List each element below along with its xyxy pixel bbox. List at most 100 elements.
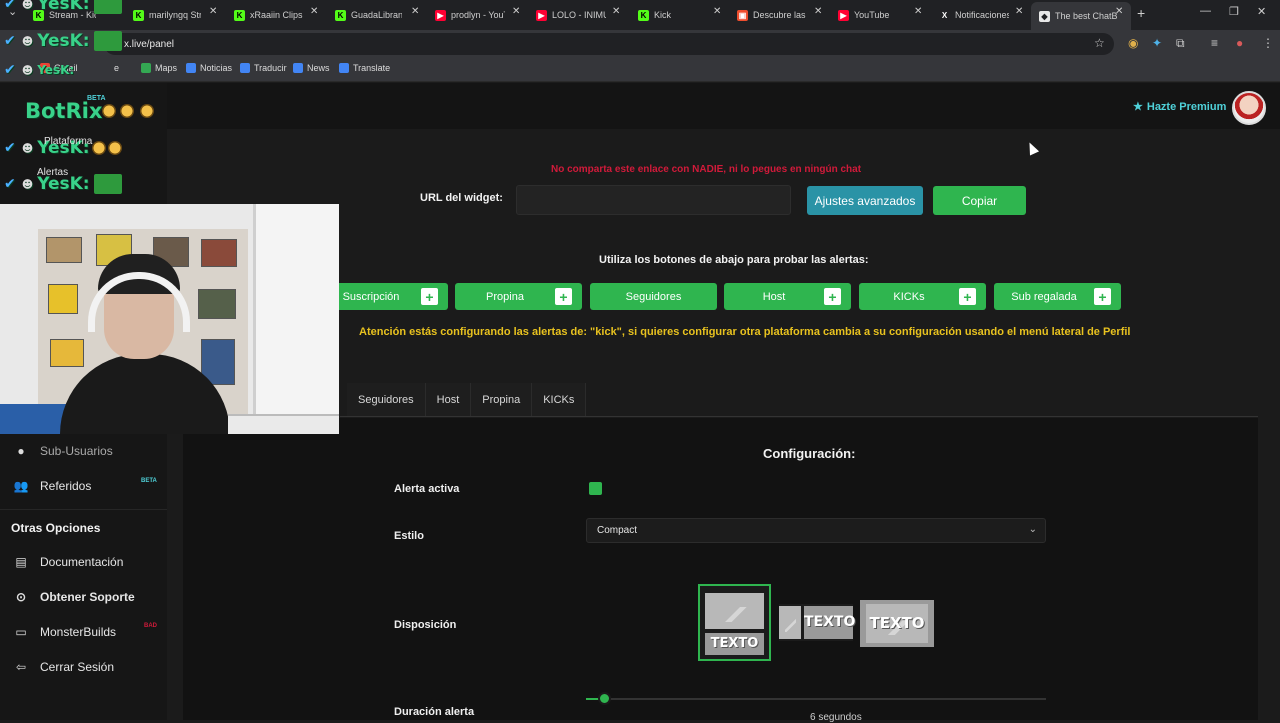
tab-host[interactable]: Host — [425, 383, 472, 417]
close-tab-icon[interactable]: ✕ — [814, 6, 822, 17]
webcam-door — [253, 204, 339, 434]
bookmark-traducir[interactable]: Traducir — [240, 63, 287, 73]
test-sub-regalada-button[interactable]: Sub regalada + — [994, 283, 1121, 310]
duration-value: 6 segundos — [810, 712, 862, 723]
premium-link[interactable]: ★ Hazte Premium — [1133, 100, 1226, 114]
plus-icon: + — [555, 288, 572, 305]
emote-icon — [140, 104, 154, 118]
sidebar-item-referidos[interactable]: 👥 Referidos — [14, 479, 92, 493]
moderator-icon: ☻ — [21, 177, 34, 191]
tab-kicks[interactable]: KICKs — [532, 383, 587, 417]
profile-avatar-icon[interactable]: ● — [1236, 36, 1243, 50]
layout-option-overlay[interactable]: TEXTO — [860, 600, 934, 647]
maximize-icon[interactable]: ❐ — [1229, 5, 1239, 18]
close-tab-icon[interactable]: ✕ — [914, 6, 922, 17]
tabs-divider — [340, 416, 1258, 417]
close-tab-icon[interactable]: ✕ — [310, 6, 318, 17]
close-window-icon[interactable]: ✕ — [1257, 5, 1266, 18]
tab-propina[interactable]: Propina — [471, 383, 533, 417]
chat-message: ✔ ☻ YesK: — [4, 62, 75, 78]
news-icon — [293, 63, 303, 73]
extension-icon[interactable]: ◉ — [1128, 36, 1138, 50]
browser-tab[interactable]: KxRaaiin Clips - — [234, 4, 304, 26]
youtube-favicon-icon: ▶ — [838, 9, 849, 21]
alert-active-checkbox[interactable] — [589, 482, 602, 495]
mouse-cursor-icon — [1024, 140, 1040, 156]
widget-url-field[interactable] — [516, 185, 791, 215]
sidebar-divider — [0, 509, 167, 510]
minimize-icon[interactable]: — — [1200, 5, 1211, 17]
close-tab-icon[interactable]: ✕ — [209, 6, 217, 17]
browser-tab[interactable]: ▶ prodlyn - YouT — [435, 4, 505, 26]
test-propina-button[interactable]: Propina + — [455, 283, 582, 310]
bookmark-translate[interactable]: Translate — [339, 63, 390, 73]
close-tab-icon[interactable]: ✕ — [411, 6, 419, 17]
layout-option-stacked[interactable]: TEXTO — [698, 584, 771, 661]
alert-active-label: Alerta activa — [394, 483, 460, 495]
duration-slider-thumb[interactable] — [598, 692, 611, 705]
sidebar-item-sub-usuarios[interactable]: ● Sub-Usuarios — [14, 444, 112, 458]
browser-tab[interactable]: KGuadaLibrandi — [335, 4, 402, 26]
verified-check-icon: ✔ — [4, 0, 16, 12]
extensions-puzzle-icon[interactable]: ⧉ — [1176, 36, 1185, 51]
layout-text-sample: TEXTO — [804, 606, 855, 639]
close-tab-icon[interactable]: ✕ — [512, 6, 520, 17]
widget-url-label: URL del widget: — [420, 192, 503, 204]
style-label: Estilo — [394, 530, 424, 542]
botrix-favicon-icon: ◆ — [1039, 10, 1050, 22]
poster — [48, 284, 78, 314]
sidebar-item-monsterbuilds[interactable]: ▭ MonsterBuilds — [14, 625, 116, 639]
close-tab-icon[interactable]: ✕ — [713, 6, 721, 17]
new-tab-icon[interactable]: + — [1137, 5, 1145, 21]
logout-icon: ⇦ — [15, 660, 27, 674]
sidebar-item-cerrar-sesion[interactable]: ⇦ Cerrar Sesión — [14, 660, 114, 674]
config-title: Configuración: — [763, 446, 856, 461]
copy-button[interactable]: Copiar — [933, 186, 1026, 215]
config-panel — [183, 418, 1258, 720]
browser-tab[interactable]: X Notificaciones — [939, 4, 1009, 26]
poster — [198, 289, 236, 319]
plus-icon: + — [824, 288, 841, 305]
verified-check-icon: ✔ — [4, 176, 16, 192]
test-suscripcion-button[interactable]: Suscripción + — [321, 283, 448, 310]
test-kicks-button[interactable]: KICKs + — [859, 283, 986, 310]
emote-icon — [107, 141, 122, 155]
emote-icon — [102, 104, 116, 118]
bookmark-news[interactable]: News — [293, 63, 330, 73]
kick-favicon-icon: K — [638, 9, 649, 21]
emote-icon — [93, 31, 122, 51]
poster — [201, 239, 237, 267]
extension-icon[interactable]: ✦ — [1152, 36, 1162, 50]
overlay-label-alertas: Alertas — [37, 167, 69, 178]
close-tab-icon[interactable]: ✕ — [612, 6, 620, 17]
app-top-nav — [0, 83, 1280, 129]
browser-tab[interactable]: ▶ YouTube — [838, 4, 908, 26]
bookmark-noticias[interactable]: Noticias — [186, 63, 232, 73]
sidebar-item-documentacion[interactable]: ▤ Documentación — [14, 555, 123, 569]
tab-seguidores[interactable]: Seguidores — [347, 383, 426, 417]
bookmark-star-icon[interactable]: ☆ — [1094, 36, 1105, 50]
plus-icon: + — [959, 288, 976, 305]
browser-tab[interactable]: ▶ LOLO - INIMU — [536, 4, 606, 26]
image-placeholder-icon — [779, 606, 801, 639]
test-seguidores-button[interactable]: Seguidores — [590, 283, 717, 310]
sidebar-item-obtener-soporte[interactable]: ⊙ Obtener Soporte — [14, 590, 135, 604]
layout-option-inline[interactable]: TEXTO — [779, 604, 855, 641]
media-control-icon[interactable]: ≡ — [1211, 36, 1218, 50]
browser-tab[interactable]: K Kick — [638, 4, 708, 26]
url-input[interactable]: x.live/panel — [104, 33, 1114, 55]
stream-chat-overlay: ✔ ☻ YesK: ✔ ☻ YesK: ✔ ☻ YesK: BotRix BETA ✔ ☻ Ye… — [0, 0, 165, 205]
browser-menu-icon[interactable]: ⋮ — [1262, 36, 1274, 50]
platform-attention-note: Atención estás configurando las alertas … — [359, 326, 1131, 338]
chat-message: ✔ ☻ YesK: — [4, 0, 122, 14]
browser-tab-bar: ⌄ KStream - Kick ✕ Kmarilyngq Stre ✕ KxR… — [0, 0, 1280, 30]
close-tab-icon[interactable]: ✕ — [1115, 6, 1123, 17]
user-avatar[interactable] — [1232, 91, 1266, 125]
advanced-settings-button[interactable]: Ajustes avanzados — [807, 186, 923, 215]
browser-tab[interactable]: ▣ Descubre las c — [737, 4, 807, 26]
style-select[interactable]: Compact ⌄ — [586, 518, 1046, 543]
test-host-button[interactable]: Host + — [724, 283, 851, 310]
close-tab-icon[interactable]: ✕ — [1015, 6, 1023, 17]
duration-slider-track[interactable] — [586, 698, 1046, 700]
moderator-icon: ☻ — [21, 63, 34, 77]
